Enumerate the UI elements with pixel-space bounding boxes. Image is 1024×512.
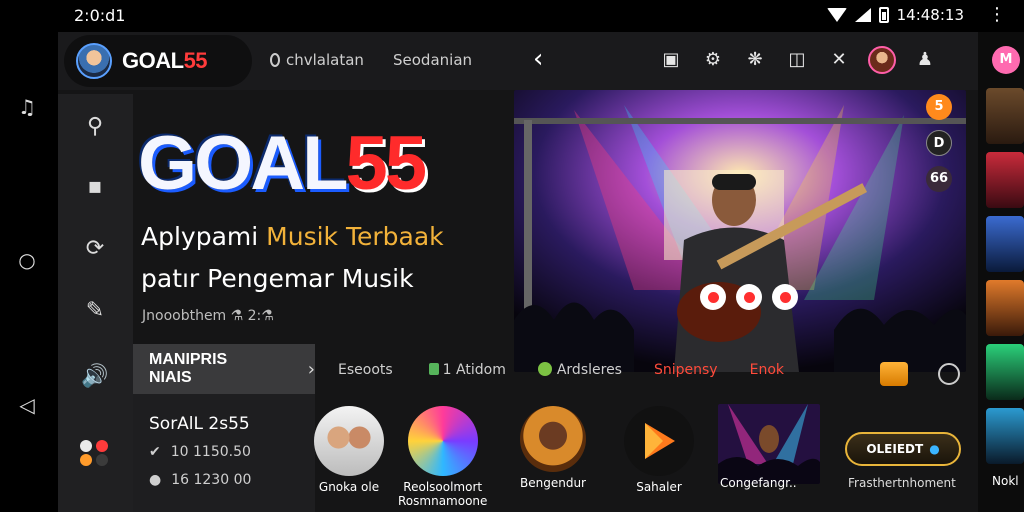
thumbnail-6[interactable] xyxy=(986,408,1024,464)
signal-icon xyxy=(854,8,871,22)
thumbnail-3[interactable] xyxy=(986,216,1024,272)
home-nav-icon[interactable]: ○ xyxy=(14,247,40,273)
badge-icon[interactable]: ❋ xyxy=(742,47,768,73)
brand-pill[interactable]: GOAL55 xyxy=(64,35,252,87)
search-icon[interactable]: ⚲ xyxy=(80,112,110,142)
wifi-icon xyxy=(826,8,847,22)
info-card-line-1: ✔ 10 1150.50 xyxy=(149,444,251,460)
top-icons: ▣ ⚙ ❋ ◫ ✕ ♟ xyxy=(658,46,938,74)
tile-artwork xyxy=(314,406,384,476)
hero-meta: Jnooobthem ⚗ 2:⚗ xyxy=(142,308,274,324)
volume-icon[interactable]: 🔊 xyxy=(80,362,110,392)
offer-pill-caption: Frasthertnhoment xyxy=(848,476,956,490)
tab-icon xyxy=(537,362,552,376)
floating-buttons: 5 D 66 xyxy=(926,94,952,192)
overflow-menu-icon[interactable]: ⋮ xyxy=(988,4,1006,25)
app-icon[interactable]: M xyxy=(992,46,1020,74)
float-button-1[interactable]: 5 xyxy=(926,94,952,120)
content-tile-2[interactable]: Reolsoolmort Rosmnamoone xyxy=(398,406,487,508)
info-card-line-2: ● 16 1230 00 xyxy=(149,472,252,488)
back-nav-icon[interactable]: ◁ xyxy=(14,392,40,418)
status-time: 2:0:d1 xyxy=(74,6,126,25)
store-icon[interactable]: ▣ xyxy=(658,47,684,73)
tab-3[interactable]: Ardsleres xyxy=(537,362,622,378)
hero-subtitle-1: Aplypami Musik Terbaak xyxy=(141,222,444,251)
side-toolbar: ⚲ ▪ ⟳ ✎ 🔊 xyxy=(58,94,133,512)
category-tabs: Eseoots 1 Atidom Ardsleres Snipensy Enok xyxy=(338,362,784,378)
gear-icon[interactable]: ⚙ xyxy=(700,47,726,73)
clock-icon: ● xyxy=(149,472,162,488)
concert-image[interactable] xyxy=(514,90,966,372)
close-icon[interactable]: ✕ xyxy=(826,47,852,73)
gift-icon[interactable] xyxy=(880,362,908,386)
top-bar: GOAL55 chvlalatan Seodanian ‹ ▣ ⚙ ❋ ◫ ✕ … xyxy=(58,32,978,90)
app-window: GOAL55 chvlalatan Seodanian ‹ ▣ ⚙ ❋ ◫ ✕ … xyxy=(58,32,978,512)
right-thumbnail-strip: M Nokl xyxy=(978,32,1024,512)
chevron-left-icon[interactable]: ‹ xyxy=(533,44,543,74)
refresh-icon[interactable]: ⟳ xyxy=(80,234,110,264)
content-tile-1[interactable]: Gnoka ole xyxy=(314,406,384,494)
thumbnail-5[interactable] xyxy=(986,344,1024,400)
thumbnail-2[interactable] xyxy=(986,152,1024,208)
chat-icon[interactable]: ◫ xyxy=(784,47,810,73)
play-icon xyxy=(624,406,694,476)
carousel-dot-1[interactable] xyxy=(700,284,726,310)
content-tile-4[interactable]: Sahaler xyxy=(624,406,694,494)
carousel-dot-2[interactable] xyxy=(736,284,762,310)
nav-link-1[interactable]: chvlalatan xyxy=(270,51,364,69)
tab-4[interactable]: Snipensy xyxy=(654,362,718,378)
status-bar: 2:0:d1 14:48:13 ⋮ xyxy=(0,0,1024,32)
brand-logo: GOAL55 xyxy=(122,48,208,73)
carousel-controls[interactable] xyxy=(700,284,798,310)
manage-button[interactable]: MANIPRIS NIAIS › xyxy=(133,344,315,394)
tile-artwork xyxy=(407,406,478,476)
content-tile-5-label: Congefangr.. xyxy=(720,476,797,490)
float-button-3[interactable]: 66 xyxy=(926,166,952,192)
globe-icon: ● xyxy=(929,442,940,456)
carousel-dot-3[interactable] xyxy=(772,284,798,310)
float-button-2[interactable]: D xyxy=(926,130,952,156)
user-avatar[interactable] xyxy=(868,46,896,74)
tab-1[interactable]: Eseoots xyxy=(338,362,393,378)
thumbnail-1[interactable] xyxy=(986,88,1024,144)
tab-icons xyxy=(880,362,960,386)
apps-icon[interactable] xyxy=(80,440,112,470)
content-tile-5[interactable] xyxy=(718,404,820,484)
edit-icon[interactable]: ✎ xyxy=(80,296,110,326)
chevron-right-icon: › xyxy=(307,358,315,380)
status-icons: 14:48:13 xyxy=(826,6,964,24)
tab-2[interactable]: 1 Atidom xyxy=(425,362,506,378)
info-card: SorAlL 2s55 ✔ 10 1150.50 ● 16 1230 00 xyxy=(133,394,315,512)
settings-icon[interactable] xyxy=(938,363,960,385)
folder-icon[interactable]: ▪ xyxy=(80,172,110,202)
battery-icon xyxy=(878,7,889,23)
thumbnail-4[interactable] xyxy=(986,280,1024,336)
hero-title: GOAL55 xyxy=(138,121,427,206)
nav-link-2[interactable]: Seodanian xyxy=(393,51,472,69)
tab-5[interactable]: Enok xyxy=(750,362,784,378)
pin-icon: ✔ xyxy=(149,444,161,460)
hero-subtitle-2: patır Pengemar Musik xyxy=(141,264,414,293)
content-tile-3[interactable]: Bengendur xyxy=(520,406,586,490)
status-clock: 14:48:13 xyxy=(896,6,964,24)
account-icon[interactable]: ♟ xyxy=(912,47,938,73)
info-card-title: SorAlL 2s55 xyxy=(149,414,250,434)
person-icon xyxy=(270,53,280,67)
profile-avatar[interactable] xyxy=(76,43,112,79)
system-nav-column: ♫ ○ ◁ xyxy=(0,32,56,512)
music-note-icon[interactable]: ♫ xyxy=(14,94,40,120)
strip-label: Nokl xyxy=(992,474,1019,488)
tab-icon xyxy=(428,363,439,375)
tile-artwork xyxy=(520,406,586,472)
offer-pill-button[interactable]: OLEIEDT ● xyxy=(845,432,961,466)
